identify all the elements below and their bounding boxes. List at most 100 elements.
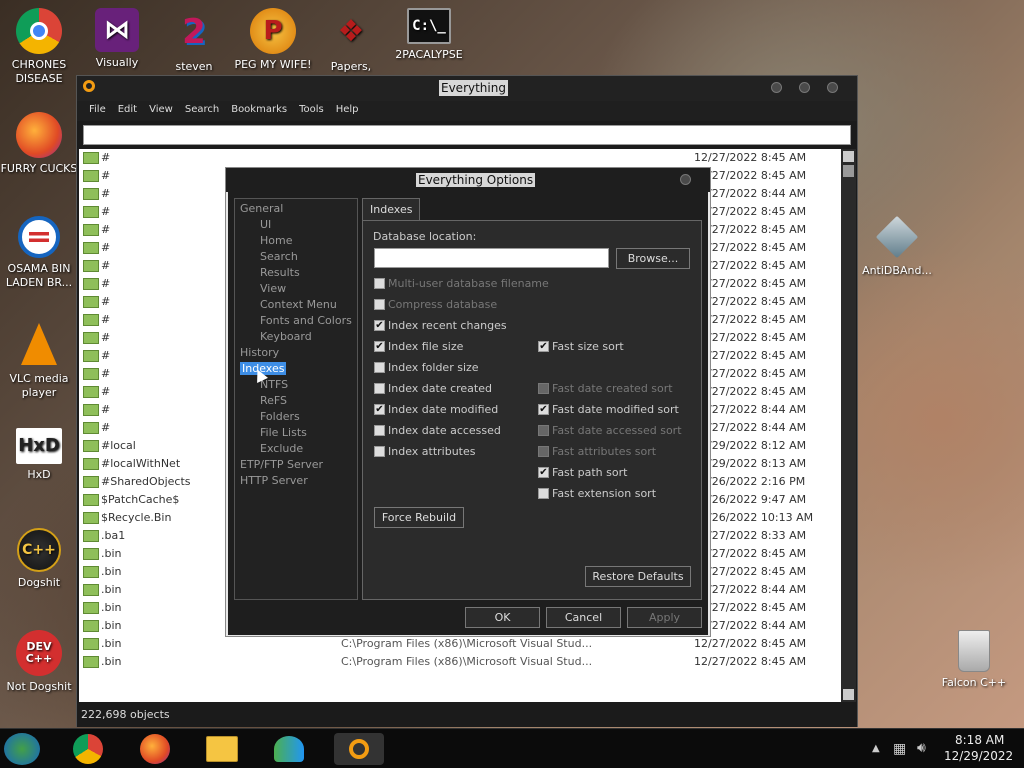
scroll-thumb[interactable] (843, 165, 854, 177)
desktop-icon-firefox[interactable]: FURRY CUCKS (0, 112, 78, 176)
tree-history[interactable]: History (240, 346, 279, 359)
clock-date[interactable]: 12/29/2022 (944, 749, 1013, 763)
desktop-icon-label: VLC media player (9, 372, 69, 399)
network-icon[interactable]: ▦ (893, 741, 906, 757)
tree-search[interactable]: Search (260, 250, 298, 263)
console-icon: C:\_ (407, 8, 451, 44)
table-row[interactable]: .bin C:\Program Files (x86)\Microsoft Vis… (79, 653, 841, 671)
tree-exclude[interactable]: Exclude (260, 442, 303, 455)
fast-size-checkbox[interactable]: ✔ (538, 341, 549, 352)
desktop-icon-antidb[interactable]: AntiDBAnd... (858, 215, 936, 278)
tree-context-menu[interactable]: Context Menu (260, 298, 337, 311)
folder-size-checkbox[interactable] (374, 362, 385, 373)
apply-button[interactable]: Apply (627, 607, 702, 628)
desktop-icon-dogshit[interactable]: C++ Dogshit (0, 528, 78, 590)
ok-button[interactable]: OK (465, 607, 540, 628)
fast-path-checkbox[interactable]: ✔ (538, 467, 549, 478)
start-button[interactable] (4, 733, 40, 765)
tree-fonts-colors[interactable]: Fonts and Colors (260, 314, 352, 327)
table-row[interactable]: #12/27/2022 8:45 AM (79, 149, 841, 167)
tree-keyboard[interactable]: Keyboard (260, 330, 312, 343)
folder-icon (83, 188, 99, 200)
fast-modified-checkbox[interactable]: ✔ (538, 404, 549, 415)
recent-changes-checkbox[interactable]: ✔ (374, 320, 385, 331)
file-name: # (101, 205, 111, 218)
tree-refs[interactable]: ReFS (260, 394, 287, 407)
tree-etp-server[interactable]: ETP/FTP Server (240, 458, 323, 471)
desktop-icon-papers[interactable]: ❖ Papers, (312, 8, 390, 74)
tab-indexes[interactable]: Indexes (362, 198, 421, 221)
desktop-icon-label: Not Dogshit (6, 680, 72, 693)
visual-studio-icon: ⋈ (95, 8, 139, 52)
tree-http-server[interactable]: HTTP Server (240, 474, 308, 487)
tree-view[interactable]: View (260, 282, 286, 295)
desktop-icon-vlc[interactable]: VLC media player (0, 320, 78, 400)
taskbar-users-icon[interactable] (267, 733, 311, 765)
desktop-icon-obama[interactable]: OSAMA BIN LADEN BR... (0, 216, 78, 290)
menu-view[interactable]: View (143, 101, 179, 121)
date-modified-checkbox[interactable]: ✔ (374, 404, 385, 415)
menu-tools[interactable]: Tools (293, 101, 330, 121)
search-input[interactable] (83, 125, 851, 145)
desktop-icon-label: Dogshit (17, 576, 61, 589)
fast-attributes-checkbox (538, 446, 549, 457)
desktop-icon-visual-studio[interactable]: ⋈ Visually (78, 8, 156, 70)
compress-label: Compress database (388, 298, 498, 311)
cancel-button[interactable]: Cancel (546, 607, 621, 628)
file-name: $Recycle.Bin (101, 511, 172, 524)
force-rebuild-button[interactable]: Force Rebuild (374, 507, 464, 528)
desktop-icon-chrome[interactable]: CHRONES DISEASE (0, 8, 78, 86)
taskbar-chrome-icon[interactable] (66, 733, 110, 765)
taskbar-explorer-icon[interactable] (200, 733, 244, 765)
date-accessed-checkbox[interactable] (374, 425, 385, 436)
desktop-icon-devcpp[interactable]: DEV C++ Not Dogshit (0, 630, 78, 694)
taskbar-firefox-icon[interactable] (133, 733, 177, 765)
menu-edit[interactable]: Edit (112, 101, 143, 121)
dialog-titlebar[interactable]: Everything Options (226, 168, 710, 192)
tree-home[interactable]: Home (260, 234, 292, 247)
desktop-icon-label: OSAMA BIN LADEN BR... (5, 262, 73, 289)
tree-ntfs[interactable]: NTFS (260, 378, 288, 391)
file-name: # (101, 259, 111, 272)
file-name: .bin (101, 601, 122, 614)
dialog-close-button[interactable] (680, 174, 691, 185)
browse-button[interactable]: Browse... (616, 248, 690, 269)
desktop-icon-2pacalypse[interactable]: C:\_ 2PACALYPSE (390, 8, 468, 62)
volume-icon[interactable]: 🔊︎ (917, 740, 926, 756)
window-titlebar[interactable]: Everything (77, 76, 857, 101)
tree-ui[interactable]: UI (260, 218, 271, 231)
desktop-icon-steven[interactable]: 2 steven (155, 8, 233, 74)
menu-search[interactable]: Search (179, 101, 225, 121)
date-created-checkbox[interactable] (374, 383, 385, 394)
table-row[interactable]: .bin C:\Program Files (x86)\Microsoft Vis… (79, 635, 841, 653)
db-location-field[interactable] (374, 248, 609, 268)
taskbar-everything-icon[interactable] (334, 733, 384, 765)
tree-general[interactable]: General (240, 202, 283, 215)
compress-checkbox[interactable] (374, 299, 385, 310)
fast-path-label: Fast path sort (552, 466, 628, 479)
recycle-bin-icon (958, 630, 990, 672)
desktop-icon-hxd[interactable]: HxD HxD (0, 428, 78, 482)
desktop-icon-peg[interactable]: P PEG MY WIFE! (234, 8, 312, 72)
menu-file[interactable]: File (83, 101, 112, 121)
clock-time[interactable]: 8:18 AM (955, 733, 1004, 747)
file-size-checkbox[interactable]: ✔ (374, 341, 385, 352)
maximize-button[interactable] (799, 82, 810, 93)
tray-expand-icon[interactable]: ▲ (872, 743, 880, 754)
restore-defaults-button[interactable]: Restore Defaults (585, 566, 691, 587)
desktop-icon-recycle-bin[interactable]: Falcon C++ (935, 630, 1013, 690)
results-scrollbar[interactable] (841, 149, 856, 702)
tree-folders[interactable]: Folders (260, 410, 300, 423)
minimize-button[interactable] (771, 82, 782, 93)
multi-user-checkbox[interactable] (374, 278, 385, 289)
menu-bookmarks[interactable]: Bookmarks (225, 101, 293, 121)
fast-extension-checkbox[interactable] (538, 488, 549, 499)
tree-results[interactable]: Results (260, 266, 300, 279)
menu-help[interactable]: Help (330, 101, 365, 121)
close-button[interactable] (827, 82, 838, 93)
file-name: .bin (101, 583, 122, 596)
scroll-up-arrow[interactable] (843, 151, 854, 162)
attributes-checkbox[interactable] (374, 446, 385, 457)
tree-file-lists[interactable]: File Lists (260, 426, 307, 439)
scroll-down-arrow[interactable] (843, 689, 854, 700)
